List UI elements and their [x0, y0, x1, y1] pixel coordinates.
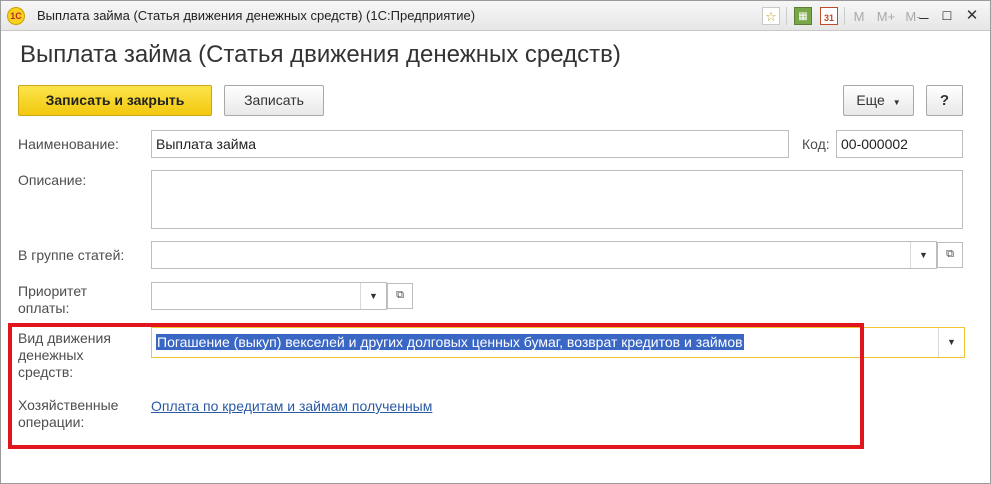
code-value: 00-000002	[841, 136, 908, 152]
save-and-close-button[interactable]: Записать и закрыть	[18, 85, 212, 116]
chevron-down-icon[interactable]: ▼	[910, 242, 936, 268]
open-icon[interactable]: ⧉	[387, 283, 413, 309]
priority-label-line2: оплаты:	[18, 300, 70, 316]
group-field[interactable]: ▼	[151, 241, 937, 269]
description-label: Описание:	[18, 172, 87, 188]
star-icon[interactable]: ☆	[762, 7, 780, 25]
name-value: Выплата займа	[156, 136, 256, 152]
m-plus-icon[interactable]: M+	[873, 8, 899, 26]
chevron-down-icon: ▼	[892, 98, 901, 107]
minimize-icon[interactable]: _	[915, 3, 933, 21]
save-button[interactable]: Записать	[224, 85, 324, 116]
app-window: 1С Выплата займа (Статья движения денежн…	[0, 0, 991, 484]
app-logo-icon[interactable]: 1С	[7, 7, 25, 25]
chevron-down-icon[interactable]: ▼	[938, 328, 964, 357]
calendar-icon[interactable]: 31	[820, 7, 838, 25]
code-label: Код:	[802, 136, 830, 152]
more-label: Еще	[856, 92, 885, 108]
help-button[interactable]: ?	[926, 85, 963, 116]
chevron-down-icon[interactable]: ▼	[360, 283, 386, 309]
window-title: Выплата займа (Статья движения денежных …	[37, 8, 476, 23]
m-memory-icon[interactable]: M	[850, 8, 868, 26]
priority-label-line1: Приоритет	[18, 283, 88, 299]
name-field[interactable]: Выплата займа	[151, 130, 789, 158]
toolbar-separator	[844, 7, 845, 25]
more-button[interactable]: Еще ▼	[843, 85, 914, 116]
maximize-icon[interactable]: ☐	[938, 7, 956, 25]
name-label: Наименование:	[18, 136, 119, 152]
toolbar-separator	[786, 7, 787, 25]
page-title: Выплата займа (Статья движения денежных …	[20, 41, 621, 68]
highlight-frame	[8, 323, 864, 449]
priority-field[interactable]: ▼	[151, 282, 387, 310]
open-icon[interactable]: ⧉	[937, 242, 963, 268]
group-label: В группе статей:	[18, 247, 125, 263]
calculator-icon[interactable]: ▦	[794, 7, 812, 25]
code-field[interactable]: 00-000002	[836, 130, 963, 158]
title-bar: 1С Выплата займа (Статья движения денежн…	[1, 1, 990, 31]
close-icon[interactable]: ✕	[963, 7, 981, 25]
description-field[interactable]	[151, 170, 963, 229]
